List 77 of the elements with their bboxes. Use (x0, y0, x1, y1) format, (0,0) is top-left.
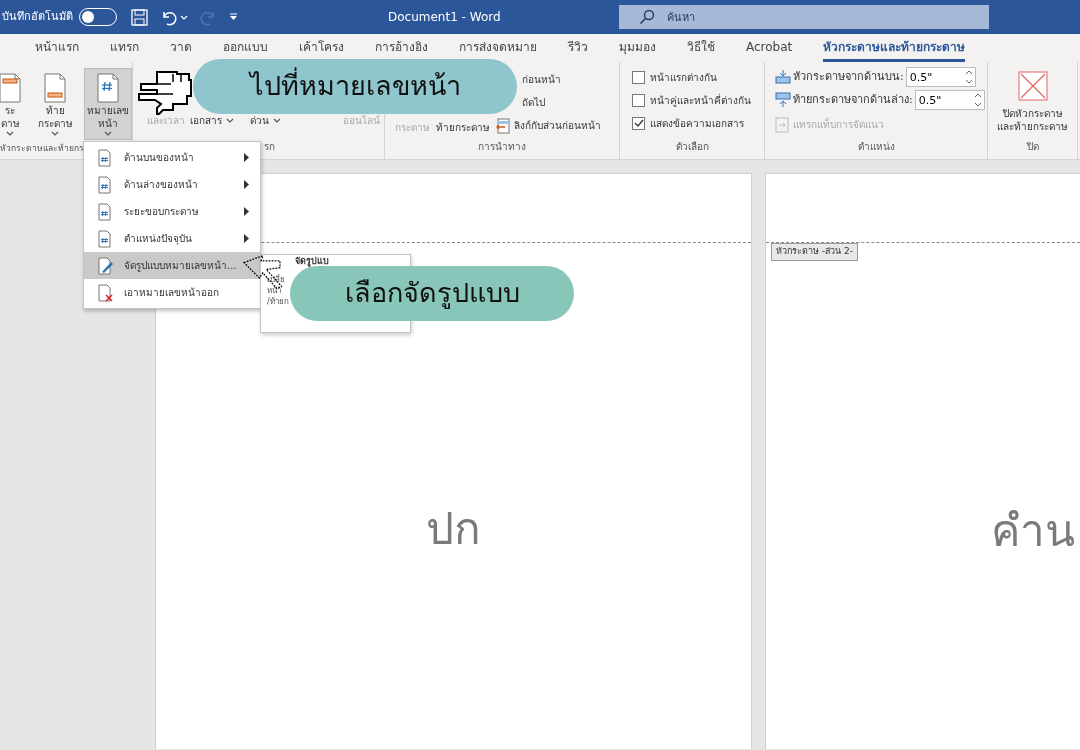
page-number-icon (96, 229, 114, 248)
spin-field[interactable]: 0.5" (914, 90, 985, 110)
close-header-footer-button[interactable]: ปิดหัวกระดาษ และท้ายกระดาษ (994, 62, 1071, 139)
menu-item[interactable]: จัดรูปแบบหมายเลขหน้า... (84, 252, 260, 279)
ribbon-tab[interactable]: Acrobat (746, 34, 793, 62)
spinner-label: หัวกระดาษจากด้านบน: (793, 68, 904, 85)
header-margin-icon (775, 69, 791, 85)
ribbon-tab[interactable]: หน้าแรก (35, 34, 79, 62)
ribbon-button[interactable]: ท้ายกระดาษ (436, 116, 490, 139)
ribbon-tab[interactable]: การอ้างอิง (375, 34, 428, 62)
save-icon[interactable] (131, 8, 148, 26)
page-title: คำน (991, 503, 1076, 558)
spinner-label: ท้ายกระดาษจากด้านล่าง: (793, 91, 913, 108)
search-field[interactable]: ค้นหา (618, 5, 989, 29)
menu-item[interactable]: ตำแหน่งปัจจุบัน (84, 225, 260, 252)
checkbox-row[interactable]: แสดงข้อความเอกสาร (632, 112, 751, 135)
ribbon-tab[interactable]: การส่งจดหมาย (459, 34, 537, 62)
caret-icon (104, 130, 112, 137)
ribbon-tab[interactable]: วาด (170, 34, 192, 62)
checkbox-row[interactable]: หน้าแรกต่างกัน (632, 66, 751, 89)
ribbon-button[interactable]: ถัดไป (522, 91, 545, 114)
spin-arrows-icon[interactable] (973, 92, 982, 108)
header-tag: หัวกระดาษ -ส่วน 2- (771, 243, 858, 261)
header-page-icon (0, 73, 23, 104)
ribbon-tab[interactable]: เค้าโครง (299, 34, 344, 62)
menu-item[interactable]: ระยะขอบกระดาษ (84, 198, 260, 225)
link-page-icon (496, 117, 510, 134)
submenu-arrow-icon (244, 153, 250, 162)
ribbon-tab[interactable]: วิธีใช้ (687, 34, 715, 62)
caret-icon (51, 130, 59, 137)
checkmark-icon (633, 119, 644, 128)
submenu-arrow-icon (244, 207, 250, 216)
ribbon-button[interactable]: หมายเลข หน้า (84, 68, 132, 140)
ribbon-tab[interactable]: มุมมอง (619, 34, 656, 62)
group-label: หัวกระดาษและท้ายกร (0, 143, 84, 153)
tooltip-text: /ท้ายก (267, 297, 290, 308)
format-page-icon (96, 256, 114, 275)
window-title: Document1 - Word (388, 9, 501, 26)
group-label: ตัวเลือก (675, 141, 709, 152)
autosave-label: บันทึกอัตโนมัติ (2, 8, 73, 25)
tooltip-title: จัดรูปแบ (294, 256, 330, 268)
callout-bubble: ไปที่หมายเลขหน้า (193, 59, 517, 114)
number-page-icon (95, 73, 121, 104)
footer-margin-icon (775, 92, 791, 108)
ribbon-tab[interactable]: รีวิว (568, 34, 588, 62)
caret-icon (6, 130, 14, 137)
footer-page-icon (42, 73, 68, 104)
ribbon-tab[interactable]: ออกแบบ (223, 34, 268, 62)
submenu-arrow-icon (244, 234, 250, 243)
submenu-arrow-icon (244, 180, 250, 189)
spin-field[interactable]: 0.5" (905, 67, 976, 87)
group-label: ปิด (1026, 141, 1039, 152)
menu-item[interactable]: ด้านล่างของหน้า (84, 171, 260, 198)
checkbox-row[interactable]: หน้าคู่และหน้าคี่ต่างกัน (632, 89, 751, 112)
tooltip-text: หน้า (267, 286, 282, 297)
ribbon-button[interactable]: ลิงก์กับส่วนก่อนหน้า (496, 114, 601, 137)
group-label: ตำแหน่ง (857, 141, 895, 152)
menu-item[interactable]: ด้านบนของหน้า (84, 144, 260, 171)
ribbon-tab[interactable]: แทรก (110, 34, 139, 62)
caret-icon (180, 13, 188, 21)
close-icon (1017, 71, 1048, 101)
page-title: ปก (426, 502, 481, 556)
page-number-icon (96, 148, 114, 167)
group-label: รก (264, 141, 275, 152)
page-number-icon (96, 202, 114, 221)
ribbon-button[interactable]: ระดาษ (0, 68, 26, 140)
ribbon-button[interactable]: ท้ายกระดาษ (30, 68, 80, 140)
tab-stop-icon (775, 116, 789, 133)
customize-icon[interactable] (229, 13, 238, 21)
group-label: การนำทาง (478, 141, 526, 152)
ribbon-button[interactable]: ก่อนหน้า (522, 68, 561, 91)
remove-page-number-icon (96, 283, 114, 302)
menu-item[interactable]: เอาหมายเลขหน้าออก (84, 279, 260, 306)
callout-bubble: เลือกจัดรูปแบบ (290, 266, 574, 321)
spin-arrows-icon[interactable] (964, 69, 973, 85)
hand-cursor-icon (137, 70, 193, 116)
page-number-icon (96, 175, 114, 194)
